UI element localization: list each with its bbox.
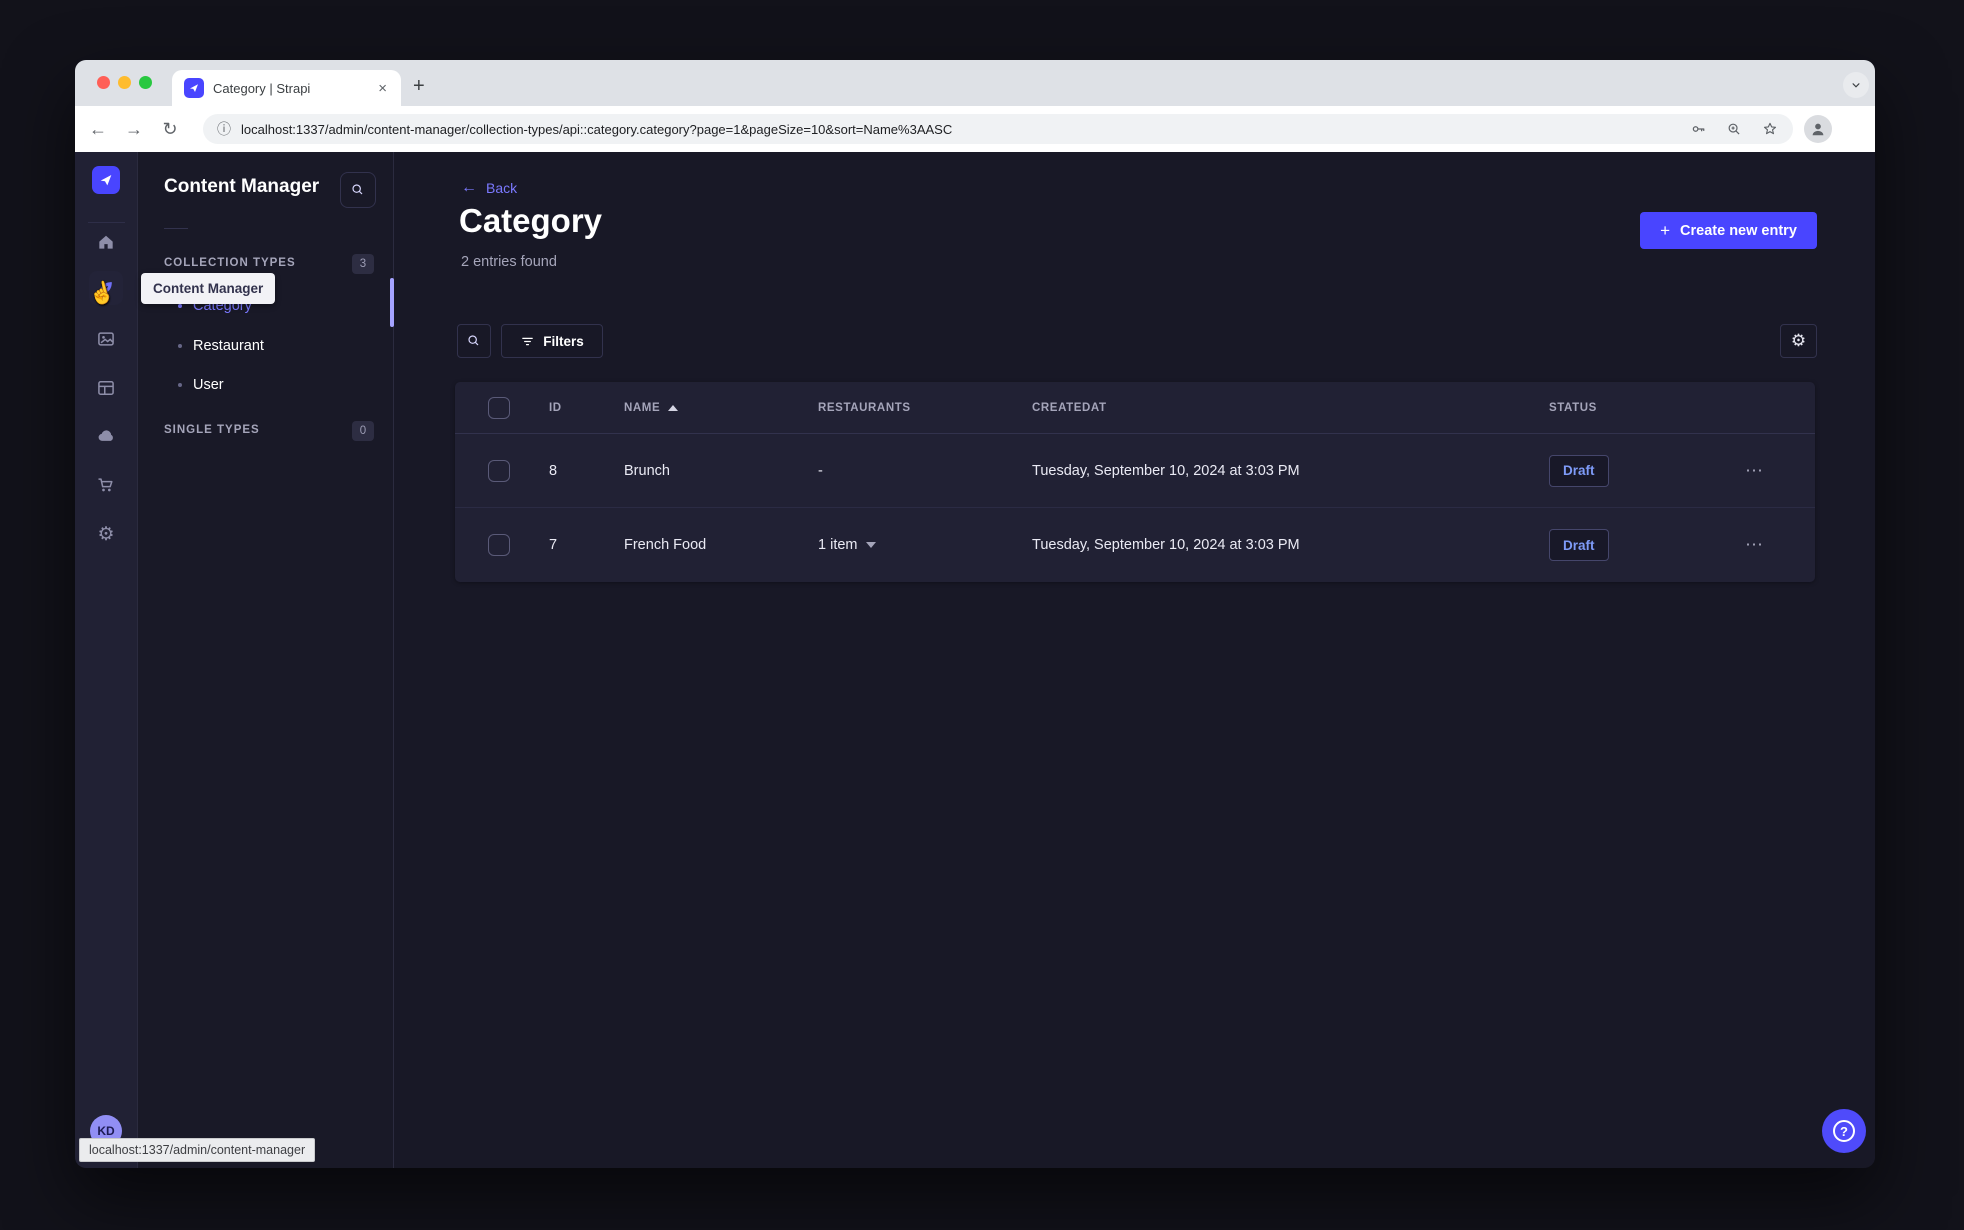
column-header-name-label: NAME	[624, 401, 661, 414]
plus-icon: +	[1660, 220, 1671, 240]
media-library-icon[interactable]	[89, 322, 123, 356]
back-link[interactable]: ← Back	[461, 179, 517, 197]
back-label: Back	[486, 180, 518, 196]
bullet-icon	[178, 304, 182, 308]
table-row[interactable]: 7 French Food 1 item Tuesday, September …	[455, 508, 1815, 582]
select-all-checkbox[interactable]	[488, 396, 510, 419]
back-arrow-icon: ←	[461, 179, 477, 196]
question-mark-icon: ?	[1833, 1120, 1855, 1142]
status-badge: Draft	[1549, 529, 1609, 561]
table-search-button[interactable]	[457, 324, 491, 358]
subnav-search-button[interactable]	[340, 172, 376, 208]
subnav-title: Content Manager	[164, 176, 320, 197]
link-preview-status-bar: localhost:1337/admin/content-manager	[79, 1138, 316, 1162]
cell-createdat: Tuesday, September 10, 2024 at 3:03 PM	[1032, 537, 1300, 553]
column-header-id[interactable]: ID	[549, 402, 562, 414]
table-row[interactable]: 8 Brunch - Tuesday, September 10, 2024 a…	[455, 434, 1815, 508]
cell-name: Brunch	[624, 462, 670, 479]
content-manager-tooltip: Content Manager	[141, 273, 276, 304]
strapi-app: ⚙ KD Content Manager COLLECTION TYPES 3 …	[75, 152, 1875, 1168]
strapi-logo[interactable]	[92, 166, 120, 194]
forward-nav-icon[interactable]: →	[120, 106, 148, 152]
back-nav-icon[interactable]: ←	[84, 106, 112, 152]
browser-profile-icon[interactable]	[1804, 115, 1832, 143]
cell-id: 7	[549, 537, 558, 553]
column-header-name[interactable]: NAME	[624, 401, 679, 414]
column-header-restaurants: RESTAURANTS	[818, 401, 911, 414]
column-header-status: STATUS	[1549, 401, 1597, 414]
browser-titlebar: Category | Strapi × +	[75, 60, 1875, 106]
sidebar-item-user[interactable]: User	[178, 377, 224, 393]
sort-ascending-icon	[668, 404, 679, 411]
cell-id: 8	[549, 462, 558, 479]
new-tab-button[interactable]: +	[413, 76, 425, 96]
collection-types-count-badge: 3	[352, 254, 374, 274]
row-actions-menu-icon[interactable]: ⋯	[1745, 460, 1764, 481]
zoom-window-button[interactable]	[139, 76, 152, 89]
site-info-icon[interactable]: ⓘ	[217, 119, 231, 139]
sidebar-item-label: Restaurant	[193, 338, 264, 354]
marketplace-cart-icon[interactable]	[89, 468, 123, 502]
content-manager-subnav: Content Manager COLLECTION TYPES 3 Categ…	[138, 152, 394, 1168]
create-button-label: Create new entry	[1680, 222, 1797, 239]
browser-toolbar: ← → ↻ ⓘ localhost:1337/admin/content-man…	[75, 106, 1875, 152]
chevron-down-icon	[865, 542, 876, 548]
bookmark-star-icon[interactable]	[1761, 120, 1779, 138]
single-types-label: SINGLE TYPES	[164, 424, 260, 436]
bullet-icon	[178, 344, 182, 348]
content-type-builder-icon[interactable]	[89, 371, 123, 405]
sidebar-item-label: User	[193, 377, 224, 393]
create-new-entry-button[interactable]: + Create new entry	[1640, 212, 1817, 249]
subnav-divider	[164, 228, 188, 229]
cell-name: French Food	[624, 537, 707, 553]
sidebar-item-restaurant[interactable]: Restaurant	[178, 338, 264, 354]
url-text: localhost:1337/admin/content-manager/col…	[241, 121, 953, 137]
row-actions-menu-icon[interactable]: ⋯	[1745, 535, 1764, 556]
tab-search-chevron-icon[interactable]	[1843, 72, 1869, 98]
restaurants-count-label: 1 item	[818, 537, 858, 553]
tab-close-icon[interactable]: ×	[376, 80, 389, 97]
browser-tab[interactable]: Category | Strapi ×	[172, 70, 401, 106]
browser-window: Category | Strapi × + ← → ↻ ⓘ localhost:…	[75, 60, 1875, 1168]
rail-divider	[88, 222, 125, 223]
reload-icon[interactable]: ↻	[156, 106, 184, 152]
tab-title: Category | Strapi	[213, 80, 311, 96]
column-header-createdat: CREATEDAT	[1032, 401, 1107, 414]
entries-table: ID NAME RESTAURANTS CREATEDAT STATUS 8 B…	[455, 382, 1815, 582]
close-window-button[interactable]	[97, 76, 110, 89]
filters-label: Filters	[543, 333, 584, 349]
zoom-search-icon[interactable]	[1726, 121, 1743, 138]
cell-restaurants: -	[818, 462, 823, 479]
filters-button[interactable]: Filters	[501, 324, 603, 358]
strapi-favicon-icon	[184, 78, 204, 98]
password-key-icon[interactable]	[1690, 120, 1708, 138]
table-header-row: ID NAME RESTAURANTS CREATEDAT STATUS	[455, 382, 1815, 434]
address-bar[interactable]: ⓘ localhost:1337/admin/content-manager/c…	[203, 114, 1793, 144]
row-checkbox[interactable]	[488, 459, 510, 482]
bullet-icon	[178, 383, 182, 387]
row-checkbox[interactable]	[488, 534, 510, 556]
active-page-indicator	[390, 278, 394, 327]
entries-count-text: 2 entries found	[461, 254, 557, 270]
cell-restaurants[interactable]: 1 item	[818, 537, 876, 553]
filter-funnel-icon	[522, 337, 534, 345]
cell-createdat: Tuesday, September 10, 2024 at 3:03 PM	[1032, 462, 1300, 479]
minimize-window-button[interactable]	[118, 76, 131, 89]
single-types-count-badge: 0	[352, 421, 374, 441]
cloud-icon[interactable]	[89, 419, 123, 453]
collection-types-label: COLLECTION TYPES	[164, 257, 296, 269]
page-title: Category	[459, 202, 603, 239]
home-icon[interactable]	[89, 225, 123, 259]
help-button[interactable]: ?	[1822, 1109, 1866, 1153]
settings-gear-icon[interactable]: ⚙	[89, 517, 123, 551]
view-settings-gear-icon[interactable]: ⚙	[1780, 324, 1817, 358]
status-badge: Draft	[1549, 454, 1609, 487]
